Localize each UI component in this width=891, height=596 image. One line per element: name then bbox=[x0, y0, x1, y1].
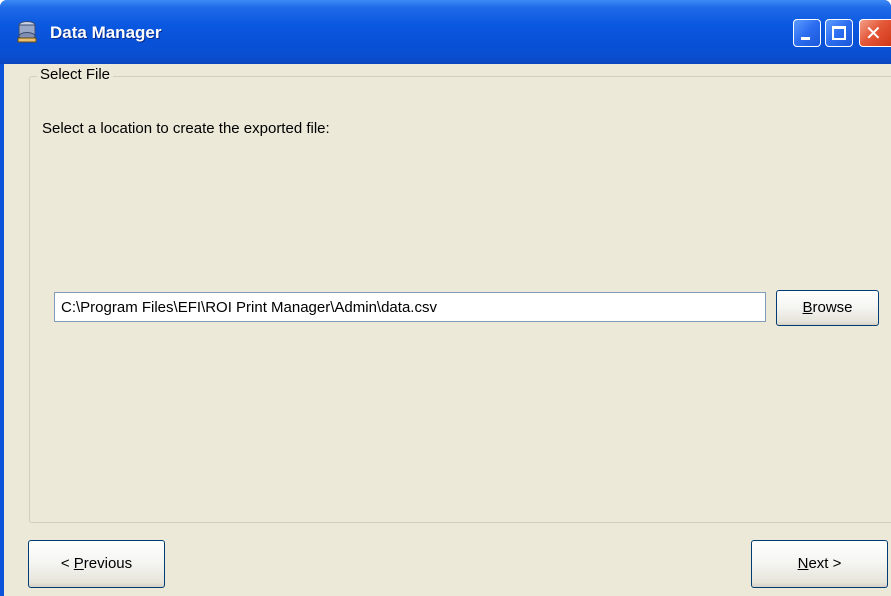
groupbox-label: Select File bbox=[37, 65, 114, 85]
previous-button-prefix: < bbox=[60, 555, 74, 572]
data-manager-app-icon bbox=[17, 21, 37, 43]
file-path-input[interactable] bbox=[54, 292, 766, 322]
next-button[interactable]: Next > bbox=[751, 540, 888, 588]
browse-button[interactable]: Browse bbox=[776, 290, 879, 326]
dialog-client-area: Select File Select a location to create … bbox=[4, 64, 891, 596]
window-title: Data Manager bbox=[50, 23, 162, 42]
previous-button-label: revious bbox=[83, 555, 133, 572]
title-bar[interactable]: Data Manager ✕ bbox=[0, 0, 891, 64]
previous-button[interactable]: < Previous bbox=[28, 540, 165, 588]
instruction-text: Select a location to create the exported… bbox=[42, 120, 330, 137]
close-button[interactable]: ✕ bbox=[859, 19, 891, 47]
maximize-button[interactable] bbox=[825, 19, 853, 47]
close-icon: ✕ bbox=[865, 21, 882, 45]
browse-button-label: rowse bbox=[812, 299, 853, 316]
minimize-button[interactable] bbox=[793, 19, 821, 47]
next-button-label: ext > bbox=[808, 555, 842, 572]
next-button-mnemonic: N bbox=[797, 555, 809, 572]
previous-button-mnemonic: P bbox=[73, 555, 84, 572]
browse-button-mnemonic: B bbox=[802, 299, 813, 316]
minimize-icon bbox=[801, 37, 810, 40]
maximize-icon bbox=[832, 26, 846, 40]
data-manager-window: Data Manager ✕ Select File Select a loca… bbox=[0, 0, 891, 596]
